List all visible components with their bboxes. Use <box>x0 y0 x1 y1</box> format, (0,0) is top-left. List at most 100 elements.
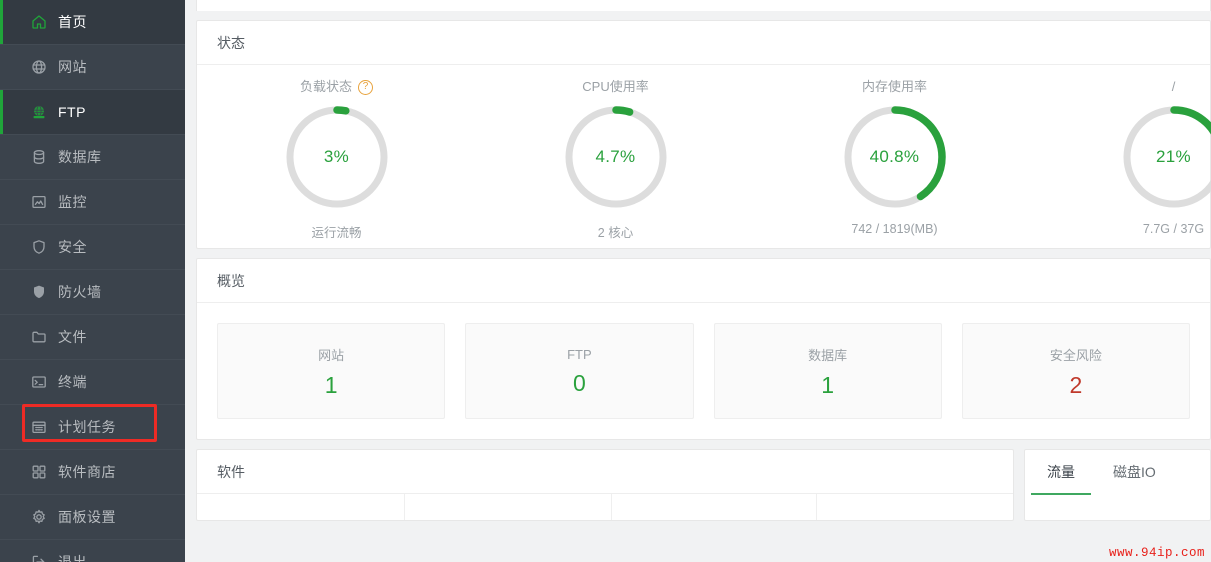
logout-icon <box>30 553 48 562</box>
gauge-title-text: 负载状态 <box>299 79 352 94</box>
gauge-subtext: 742 / 1819(MB) <box>851 222 938 236</box>
sidebar-item-cron[interactable]: 计划任务 <box>0 405 185 450</box>
overview-panel-title: 概览 <box>197 259 1210 303</box>
gauge-ring: 3% <box>283 103 391 211</box>
sidebar-nav-list: 首页网站 FTP 数据库监控安全防火墙文件终端计划任务软件商店面板设置退出 <box>0 0 185 562</box>
status-panel-title: 状态 <box>197 21 1210 65</box>
sidebar-item-ftp[interactable]: FTP <box>0 90 185 135</box>
tab-disk-io[interactable]: 磁盘IO <box>1113 450 1156 495</box>
sidebar-item-label: 监控 <box>58 194 87 210</box>
tab-traffic[interactable]: 流量 <box>1031 450 1091 495</box>
status-panel: 状态 负载状态? 3% 运行流畅 CPU使用率 4.7% 2 核心 内存使用率 40.8% 74… <box>196 20 1211 249</box>
sidebar-item-database[interactable]: 数据库 <box>0 135 185 180</box>
overview-card-label: FTP <box>567 347 592 362</box>
overview-card-value: 1 <box>821 372 835 398</box>
sidebar: 首页网站 FTP 数据库监控安全防火墙文件终端计划任务软件商店面板设置退出 <box>0 0 185 562</box>
watermark: www.94ip.com <box>1108 546 1205 560</box>
gauge-subtext: 运行流畅 <box>311 226 362 240</box>
software-panel-title: 软件 <box>197 450 1013 494</box>
overview-card-value: 2 <box>1069 372 1083 398</box>
gauge-value: 21% <box>1156 147 1191 166</box>
gauge-title-text: CPU使用率 <box>582 79 649 94</box>
software-panel: 软件 <box>196 449 1014 521</box>
sidebar-item-firewall[interactable]: 防火墙 <box>0 270 185 315</box>
gauge-subtext: 7.7G / 37G <box>1142 222 1205 236</box>
sidebar-item-settings[interactable]: 面板设置 <box>0 495 185 540</box>
sidebar-item-appstore[interactable]: 软件商店 <box>0 450 185 495</box>
globe-icon <box>30 58 48 76</box>
home-icon <box>30 13 48 31</box>
terminal-icon <box>30 373 48 391</box>
overview-panel: 概览 网站 1 FTP 0 数据库 1 安全风险 2 <box>196 258 1211 440</box>
gauge-title: 内存使用率 <box>862 77 927 97</box>
gauge-subtext: 2 核心 <box>597 226 634 240</box>
folder-icon <box>30 328 48 346</box>
gauge-disk: / 21% 7.7G / 37G <box>1034 77 1211 236</box>
overview-card-label: 数据库 <box>808 348 848 363</box>
gauge-title-text: 内存使用率 <box>861 79 927 94</box>
apps-icon <box>30 463 48 481</box>
software-table-header <box>197 494 1013 520</box>
software-col-4 <box>817 494 1013 520</box>
software-col-2 <box>405 494 612 520</box>
sidebar-item-label: 防火墙 <box>58 284 102 300</box>
sidebar-item-website[interactable]: 网站 <box>0 45 185 90</box>
calendar-icon <box>30 418 48 436</box>
gauge-cpu: CPU使用率 4.7% 2 核心 <box>476 77 755 241</box>
gauge-load: 负载状态? 3% 运行流畅 <box>197 77 476 241</box>
sidebar-item-label: 安全 <box>58 239 87 255</box>
overview-card-database[interactable]: 数据库 1 <box>713 323 942 419</box>
database-icon <box>30 148 48 166</box>
sidebar-item-home[interactable]: 首页 <box>0 0 185 45</box>
sidebar-item-label: 网站 <box>58 59 87 75</box>
sidebar-item-label: 终端 <box>58 374 87 390</box>
overview-card-label: 网站 <box>318 348 345 363</box>
sidebar-item-monitor[interactable]: 监控 <box>0 180 185 225</box>
gauge-ring: 40.8% <box>841 103 949 211</box>
overview-card-ftp[interactable]: FTP 0 <box>465 323 694 419</box>
shield-icon <box>30 238 48 256</box>
gauge-row: 负载状态? 3% 运行流畅 CPU使用率 4.7% 2 核心 内存使用率 40.8% 742 /… <box>197 65 1211 248</box>
gear-icon <box>30 508 48 526</box>
gauge-title-text: / <box>1171 79 1176 94</box>
software-col-1 <box>197 494 405 520</box>
gauge-value: 40.8% <box>869 147 920 166</box>
firewall-icon <box>30 283 48 301</box>
overview-card-website[interactable]: 网站 1 <box>217 323 446 419</box>
overview-card-value: 1 <box>324 372 338 398</box>
gauge-title: / <box>1172 77 1176 97</box>
main-content: 状态 负载状态? 3% 运行流畅 CPU使用率 4.7% 2 核心 内存使用率 40.8% 74… <box>185 0 1211 562</box>
gauge-title: CPU使用率 <box>582 77 648 97</box>
sidebar-item-label: FTP <box>58 104 86 120</box>
bottom-row: 软件 流量 磁盘IO <box>196 449 1211 521</box>
sidebar-item-label: 软件商店 <box>58 464 116 480</box>
overview-card-label: 安全风险 <box>1049 348 1102 363</box>
chart-tabs: 流量 磁盘IO <box>1025 450 1210 495</box>
overview-card-risk[interactable]: 安全风险 2 <box>961 323 1190 419</box>
sidebar-item-label: 退出 <box>58 554 87 562</box>
panel-dashboard: 首页 网站 FTP 数据库 监控 安全 防火墙 文件 终端 计划任务 软件商店 面板设置 退出 状态 负… <box>0 0 1211 562</box>
overview-card-value: 0 <box>572 370 586 396</box>
sidebar-item-label: 计划任务 <box>58 419 116 435</box>
gauge-title: 负载状态? <box>300 77 373 97</box>
ftp-icon <box>30 103 48 121</box>
monitor-icon <box>30 193 48 211</box>
panel-top-cutoff <box>196 0 1211 11</box>
overview-cards-row: 网站 1 FTP 0 数据库 1 安全风险 2 <box>197 303 1210 439</box>
sidebar-item-label: 面板设置 <box>58 509 116 525</box>
sidebar-item-label: 文件 <box>58 329 87 345</box>
sidebar-item-label: 数据库 <box>58 149 102 165</box>
sidebar-item-terminal[interactable]: 终端 <box>0 360 185 405</box>
traffic-chart-panel: 流量 磁盘IO <box>1024 449 1211 521</box>
gauge-value: 3% <box>323 147 350 166</box>
software-col-3 <box>612 494 817 520</box>
sidebar-item-files[interactable]: 文件 <box>0 315 185 360</box>
help-icon[interactable]: ? <box>358 79 373 95</box>
sidebar-item-logout[interactable]: 退出 <box>0 540 185 562</box>
sidebar-item-security[interactable]: 安全 <box>0 225 185 270</box>
gauge-ring: 21% <box>1120 103 1211 211</box>
gauge-value: 4.7% <box>595 147 636 166</box>
gauge-memory: 内存使用率 40.8% 742 / 1819(MB) <box>755 77 1034 236</box>
sidebar-item-label: 首页 <box>58 14 87 30</box>
gauge-ring: 4.7% <box>562 103 670 211</box>
